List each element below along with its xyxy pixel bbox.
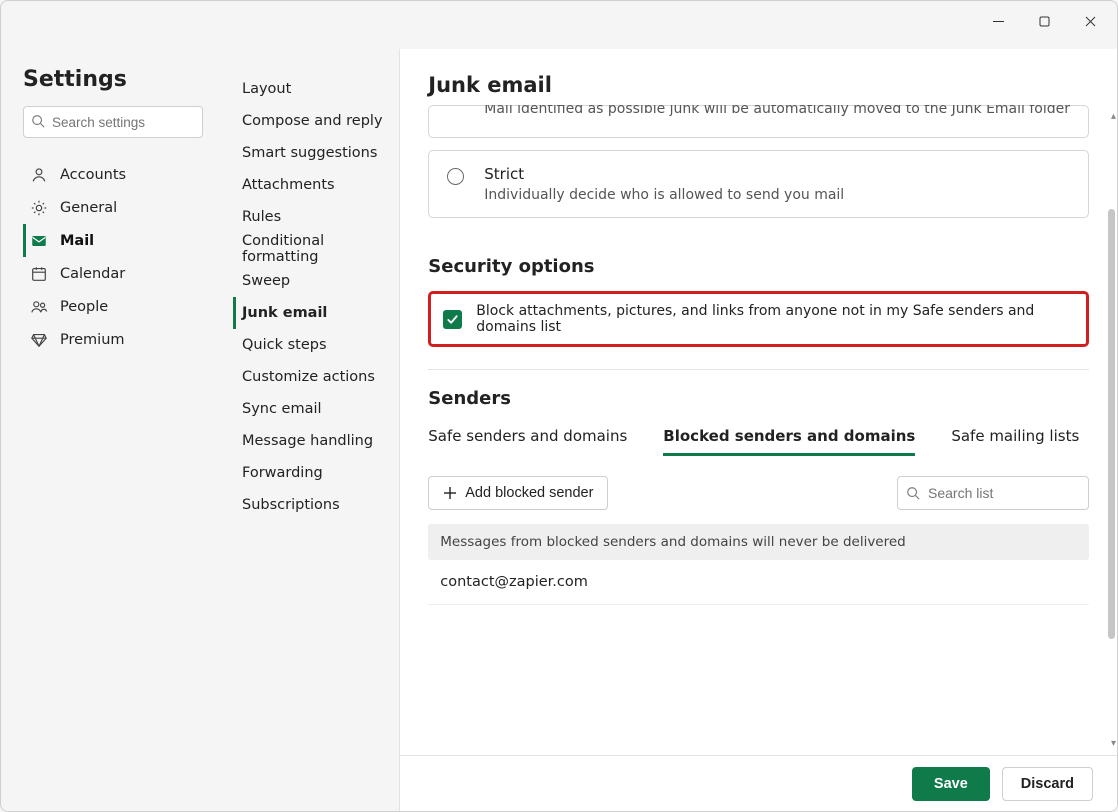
nav1-item-mail[interactable]: Mail xyxy=(23,224,203,257)
calendar-icon xyxy=(30,265,48,283)
settings-title: Settings xyxy=(23,67,203,92)
titlebar xyxy=(1,1,1117,49)
main-scroll[interactable]: Mail identified as possible junk will be… xyxy=(400,105,1117,755)
nav2-item-attachments[interactable]: Attachments xyxy=(233,169,391,201)
nav1-item-premium[interactable]: Premium xyxy=(23,323,203,356)
search-list-input[interactable] xyxy=(897,476,1089,510)
nav1-label: Premium xyxy=(60,332,125,348)
filter-option-card[interactable]: Mail identified as possible junk will be… xyxy=(428,105,1089,138)
checkbox-checked-icon[interactable] xyxy=(443,310,462,329)
nav2-item-compose-and-reply[interactable]: Compose and reply xyxy=(233,105,391,137)
tab-safe-mailing-lists[interactable]: Safe mailing lists xyxy=(951,427,1079,456)
security-heading: Security options xyxy=(428,256,1089,277)
scroll-down-arrow-icon[interactable]: ▾ xyxy=(1111,738,1116,749)
primary-nav: Accounts General Mail Calendar People Premium xyxy=(23,158,203,356)
nav1-item-calendar[interactable]: Calendar xyxy=(23,257,203,290)
nav1-label: Accounts xyxy=(60,167,126,183)
nav2-item-junk-email[interactable]: Junk email xyxy=(233,297,391,329)
security-block-row[interactable]: Block attachments, pictures, and links f… xyxy=(428,291,1089,347)
diamond-icon xyxy=(30,331,48,349)
sidebar-primary: Settings Accounts General Mail Calendar Peop… xyxy=(1,49,219,811)
nav1-item-accounts[interactable]: Accounts xyxy=(23,158,203,191)
discard-button[interactable]: Discard xyxy=(1002,767,1093,801)
add-blocked-sender-button[interactable]: Add blocked sender xyxy=(428,476,608,510)
add-blocked-sender-label: Add blocked sender xyxy=(465,485,593,501)
divider xyxy=(428,369,1089,370)
minimize-button[interactable] xyxy=(975,5,1021,37)
nav2-item-message-handling[interactable]: Message handling xyxy=(233,425,391,457)
scrollbar-thumb[interactable] xyxy=(1108,209,1115,639)
senders-toolbar: Add blocked sender xyxy=(428,476,1089,510)
nav2-item-forwarding[interactable]: Forwarding xyxy=(233,457,391,489)
option-title: Strict xyxy=(484,165,844,183)
senders-heading: Senders xyxy=(428,388,1089,409)
nav2-item-conditional-formatting[interactable]: Conditional formatting xyxy=(233,233,391,265)
gear-icon xyxy=(30,199,48,217)
close-button[interactable] xyxy=(1067,5,1113,37)
security-checkbox-label: Block attachments, pictures, and links f… xyxy=(476,303,1074,335)
plus-icon xyxy=(443,486,457,500)
main-header: Junk email xyxy=(400,49,1117,105)
nav2-item-quick-steps[interactable]: Quick steps xyxy=(233,329,391,361)
search-icon xyxy=(31,113,45,132)
blocked-info-strip: Messages from blocked senders and domain… xyxy=(428,524,1089,560)
nav2-item-sweep[interactable]: Sweep xyxy=(233,265,391,297)
nav2-item-smart-suggestions[interactable]: Smart suggestions xyxy=(233,137,391,169)
nav1-label: Calendar xyxy=(60,266,125,282)
nav1-label: Mail xyxy=(60,233,94,249)
blocked-sender-row[interactable]: contact@zapier.com xyxy=(428,560,1089,605)
nav2-item-sync-email[interactable]: Sync email xyxy=(233,393,391,425)
option-desc: Individually decide who is allowed to se… xyxy=(484,187,844,203)
search-settings-input[interactable] xyxy=(23,106,203,138)
mail-icon xyxy=(30,232,48,250)
tab-blocked-senders-and-domains[interactable]: Blocked senders and domains xyxy=(663,427,915,456)
page-title: Junk email xyxy=(428,73,1089,97)
nav1-label: General xyxy=(60,200,117,216)
maximize-button[interactable] xyxy=(1021,5,1067,37)
tab-safe-senders-and-domains[interactable]: Safe senders and domains xyxy=(428,427,627,456)
nav1-item-people[interactable]: People xyxy=(23,290,203,323)
nav2-item-rules[interactable]: Rules xyxy=(233,201,391,233)
search-settings-wrap xyxy=(23,106,203,138)
nav2-item-customize-actions[interactable]: Customize actions xyxy=(233,361,391,393)
filter-option-card[interactable]: Strict Individually decide who is allowed… xyxy=(428,150,1089,218)
settings-window: Settings Accounts General Mail Calendar Peop… xyxy=(0,0,1118,812)
nav1-item-general[interactable]: General xyxy=(23,191,203,224)
nav1-label: People xyxy=(60,299,108,315)
radio-icon[interactable] xyxy=(447,168,464,185)
save-button[interactable]: Save xyxy=(912,767,990,801)
user-icon xyxy=(30,166,48,184)
footer: Save Discard xyxy=(400,755,1117,811)
search-icon xyxy=(906,485,920,504)
nav2-item-layout[interactable]: Layout xyxy=(233,73,391,105)
nav2-item-subscriptions[interactable]: Subscriptions xyxy=(233,489,391,521)
sidebar-secondary: LayoutCompose and replySmart suggestions… xyxy=(219,49,400,811)
search-list-wrap xyxy=(897,476,1089,510)
main-panel: Junk email Mail identified as possible j… xyxy=(400,49,1117,811)
scroll-up-arrow-icon[interactable]: ▴ xyxy=(1111,111,1116,122)
people-icon xyxy=(30,298,48,316)
senders-tabs: Safe senders and domains Blocked senders … xyxy=(428,427,1089,456)
option-desc: Mail identified as possible junk will be… xyxy=(484,105,1070,117)
